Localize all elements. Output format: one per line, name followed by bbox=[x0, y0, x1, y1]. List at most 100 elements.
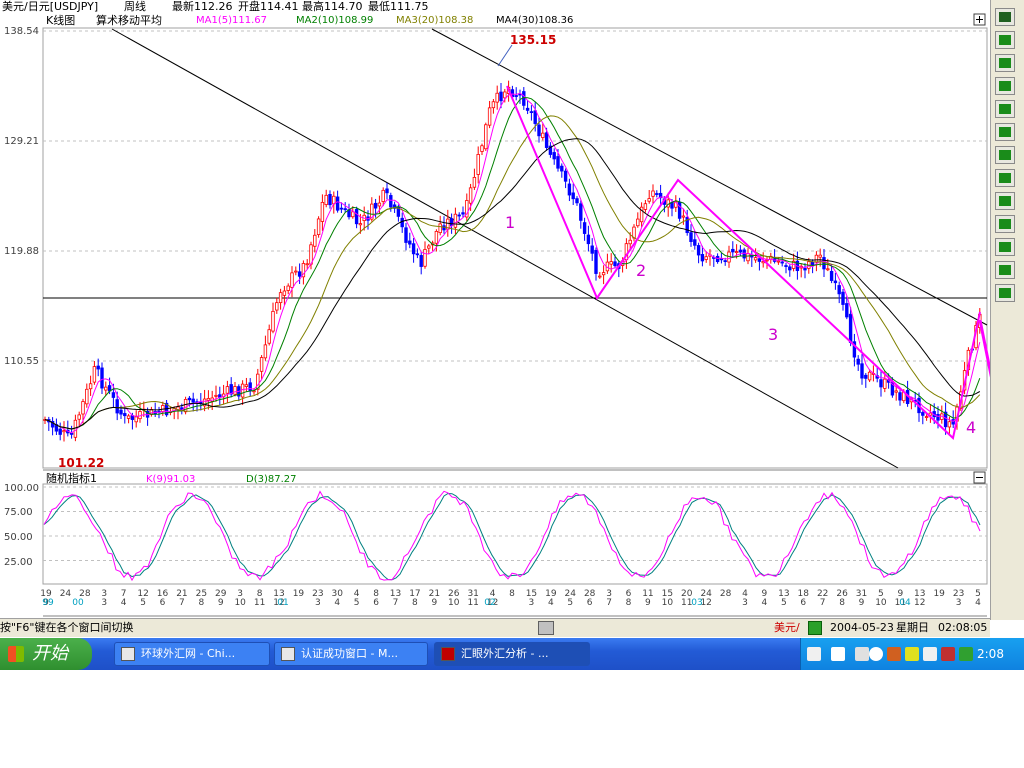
task-fx-analysis[interactable]: 汇眼外汇分析 - ... bbox=[434, 642, 590, 666]
candle-body bbox=[69, 432, 74, 435]
candle-body bbox=[199, 401, 203, 404]
candle-body bbox=[316, 218, 321, 235]
month-tick: 10 bbox=[662, 598, 674, 608]
candle-body bbox=[936, 413, 940, 421]
tool-icon bbox=[999, 58, 1011, 68]
candle-body bbox=[138, 411, 142, 420]
draw-tool-button[interactable] bbox=[995, 123, 1015, 141]
candle-body bbox=[544, 132, 549, 148]
candle-body bbox=[351, 211, 355, 218]
stoch-d-line bbox=[43, 492, 981, 581]
date-tick: 19 bbox=[933, 589, 945, 599]
candle-body bbox=[472, 176, 477, 188]
month-tick: 7 bbox=[393, 598, 399, 608]
task-globalforex[interactable]: 环球外汇网 - Chi... bbox=[114, 642, 270, 666]
month-tick: 8 bbox=[626, 598, 632, 608]
draw-tool-button[interactable] bbox=[995, 100, 1015, 118]
moving-averages bbox=[44, 92, 981, 434]
status-weekday: 星期日 bbox=[896, 621, 929, 634]
draw-tool-button[interactable] bbox=[995, 284, 1015, 302]
candle-body bbox=[343, 208, 347, 211]
candle-body bbox=[848, 313, 853, 343]
candle-body bbox=[408, 240, 412, 245]
task-label: 认证成功窗口 - M... bbox=[301, 647, 398, 660]
cursor-tool-button[interactable] bbox=[995, 8, 1015, 26]
task-auth-window[interactable]: 认证成功窗口 - M... bbox=[274, 642, 428, 666]
draw-tool-button[interactable] bbox=[995, 169, 1015, 187]
candle-body bbox=[313, 234, 317, 247]
draw-tool-button[interactable] bbox=[995, 238, 1015, 256]
month-tick: 10 bbox=[875, 598, 887, 608]
im-icon[interactable] bbox=[959, 647, 973, 661]
speaker-icon[interactable] bbox=[855, 647, 869, 661]
candle-body bbox=[525, 107, 530, 111]
task-label: 环球外汇网 - Chi... bbox=[141, 647, 236, 660]
draw-tool-button[interactable] bbox=[995, 31, 1015, 49]
date-tick: 24 bbox=[60, 589, 72, 599]
antivirus-icon[interactable] bbox=[941, 647, 955, 661]
tray-app-icon[interactable] bbox=[887, 647, 901, 661]
status-hint: 按"F6"键在各个窗口间切换 bbox=[0, 621, 134, 634]
year-tick: 99 bbox=[42, 598, 54, 608]
system-tray: 2:08 bbox=[800, 638, 1024, 670]
collapse-panel-button[interactable] bbox=[973, 471, 986, 484]
price-chart[interactable]: 135.15 101.22 1 2 3 4 5 138.54 129.21 11… bbox=[0, 0, 990, 620]
month-tick: 3 bbox=[529, 598, 535, 608]
candle-body bbox=[218, 394, 222, 398]
candle-body bbox=[898, 392, 902, 401]
candle-body bbox=[571, 192, 575, 200]
month-tick: 4 bbox=[548, 598, 554, 608]
candle-body bbox=[841, 291, 845, 305]
candle-body bbox=[556, 156, 560, 169]
candle-body bbox=[753, 257, 758, 261]
draw-tool-button[interactable] bbox=[995, 146, 1015, 164]
month-tick: 7 bbox=[606, 598, 612, 608]
candle-body bbox=[275, 302, 279, 311]
calculator-icon[interactable] bbox=[538, 621, 554, 635]
month-tick: 3 bbox=[315, 598, 321, 608]
help-icon[interactable] bbox=[831, 647, 845, 661]
date-tick: 28 bbox=[720, 589, 732, 599]
task-label: 汇眼外汇分析 - ... bbox=[461, 647, 549, 660]
network-icon[interactable] bbox=[923, 647, 937, 661]
candle-body bbox=[681, 215, 686, 218]
candle-body bbox=[765, 259, 769, 262]
draw-tool-button[interactable] bbox=[995, 192, 1015, 210]
draw-tool-button[interactable] bbox=[995, 215, 1015, 233]
candle-body bbox=[655, 193, 659, 195]
candle-body bbox=[575, 198, 579, 204]
draw-tool-button[interactable] bbox=[995, 261, 1015, 279]
maximize-panel-button[interactable] bbox=[973, 13, 986, 26]
draw-tool-button[interactable] bbox=[995, 54, 1015, 72]
ma3-line bbox=[44, 115, 981, 430]
tool-icon bbox=[999, 196, 1011, 206]
candle-body bbox=[244, 384, 249, 387]
month-tick: 5 bbox=[567, 598, 573, 608]
draw-tool-button[interactable] bbox=[995, 77, 1015, 95]
start-button[interactable]: 开始 bbox=[0, 638, 92, 670]
candle-body bbox=[335, 196, 340, 211]
candle-body bbox=[187, 397, 192, 401]
candle-body bbox=[404, 227, 408, 243]
candle-body bbox=[377, 202, 382, 207]
candle-body bbox=[438, 223, 442, 234]
candle-body bbox=[468, 187, 473, 204]
tool-icon bbox=[999, 173, 1011, 183]
candle-body bbox=[419, 255, 423, 267]
candle-body bbox=[484, 124, 488, 150]
month-tick: 6 bbox=[587, 598, 593, 608]
security-icon[interactable] bbox=[905, 647, 919, 661]
stoch-title: 随机指标1 bbox=[46, 471, 97, 485]
candle-body bbox=[495, 92, 499, 103]
candle-body bbox=[738, 249, 743, 253]
tool-icon bbox=[999, 219, 1011, 229]
candle-body bbox=[810, 261, 815, 266]
chevron-left-icon[interactable] bbox=[869, 647, 883, 661]
candle-body bbox=[423, 249, 427, 267]
price-tick-1: 138.54 bbox=[4, 26, 39, 37]
candle-body bbox=[373, 202, 378, 209]
keyboard-icon[interactable] bbox=[807, 647, 821, 661]
month-tick: 4 bbox=[121, 598, 127, 608]
candle-body bbox=[73, 419, 78, 438]
candle-body bbox=[358, 223, 363, 226]
